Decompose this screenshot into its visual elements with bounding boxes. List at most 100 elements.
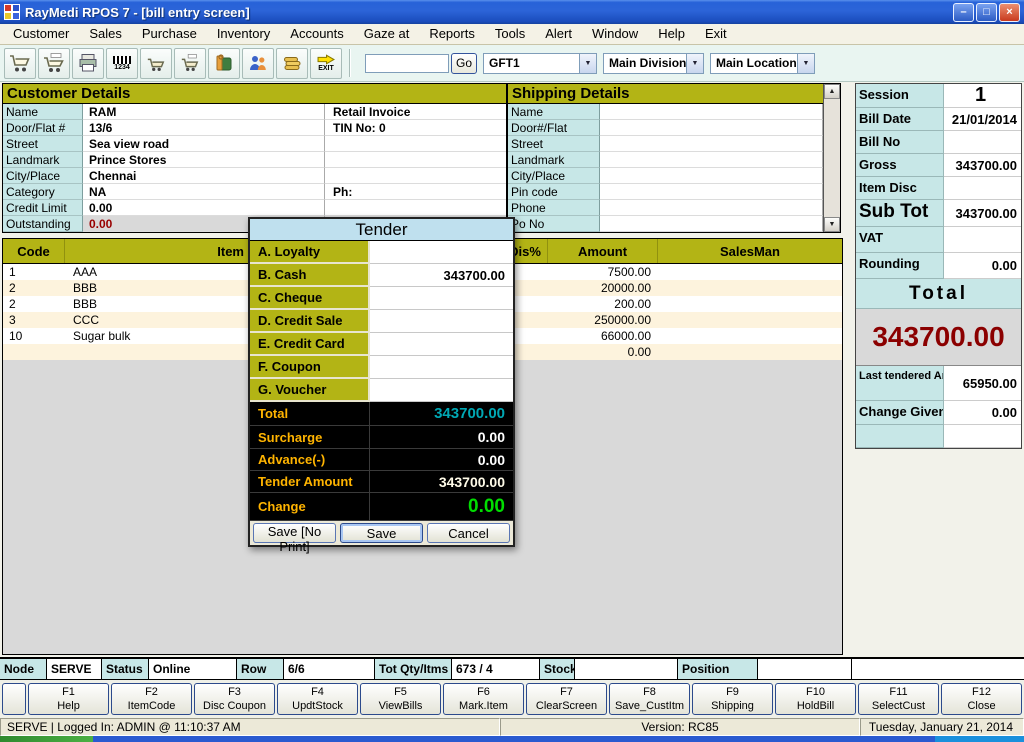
tender-mode-label: E. Credit Card bbox=[250, 333, 370, 356]
f7-clearscreen-button[interactable]: F7 ClearScreen bbox=[526, 683, 607, 715]
field-value[interactable] bbox=[600, 136, 823, 152]
field-value[interactable]: 0.00 bbox=[83, 200, 325, 216]
field-label: Name bbox=[508, 104, 600, 120]
surcharge-value: 0.00 bbox=[370, 426, 513, 448]
field-value[interactable]: NA bbox=[83, 184, 325, 200]
tender-mode-value[interactable] bbox=[370, 310, 513, 333]
field-value[interactable] bbox=[600, 168, 823, 184]
field-label: Name bbox=[3, 104, 83, 120]
customers-button[interactable] bbox=[242, 48, 274, 79]
tender-mode-value[interactable] bbox=[370, 241, 513, 264]
purse-button[interactable] bbox=[208, 48, 240, 79]
field-value[interactable] bbox=[600, 200, 823, 216]
start-button-sliver[interactable] bbox=[0, 736, 93, 742]
menu-reports[interactable]: Reports bbox=[419, 24, 485, 44]
bill-123-button[interactable] bbox=[38, 48, 70, 79]
cancel-button[interactable]: Cancel bbox=[427, 523, 510, 543]
field-value[interactable]: RAM bbox=[83, 104, 325, 120]
f1-help-button[interactable]: F1 Help bbox=[28, 683, 109, 715]
f3-disc-coupon-button[interactable]: F3 Disc Coupon bbox=[194, 683, 275, 715]
gross-value: 343700.00 bbox=[944, 154, 1021, 177]
scroll-up-icon[interactable]: ▲ bbox=[824, 84, 840, 99]
basket-123-button[interactable] bbox=[174, 48, 206, 79]
f11-selectcust-button[interactable]: F11 SelectCust bbox=[858, 683, 939, 715]
field-value[interactable] bbox=[600, 104, 823, 120]
minimize-button[interactable]: – bbox=[953, 3, 974, 22]
menu-tools[interactable]: Tools bbox=[485, 24, 535, 44]
menu-customer[interactable]: Customer bbox=[3, 24, 79, 44]
menu-inventory[interactable]: Inventory bbox=[207, 24, 280, 44]
tender-mode-label: C. Cheque bbox=[250, 287, 370, 310]
f5-viewbills-button[interactable]: F5 ViewBills bbox=[360, 683, 441, 715]
field-value[interactable]: Prince Stores bbox=[83, 152, 325, 168]
go-button[interactable]: Go bbox=[451, 53, 477, 74]
scroll-down-icon[interactable]: ▼ bbox=[824, 217, 840, 232]
f9-shipping-button[interactable]: F9 Shipping bbox=[692, 683, 773, 715]
save-no-print-button[interactable]: Save [No Print] bbox=[253, 523, 336, 543]
barcode-label: 1234 bbox=[114, 64, 130, 71]
quick-search-input[interactable] bbox=[365, 54, 449, 73]
gross-label: Gross bbox=[856, 154, 944, 177]
menu-alert[interactable]: Alert bbox=[535, 24, 582, 44]
field-value[interactable]: Chennai bbox=[83, 168, 325, 184]
chevron-down-icon[interactable]: ▼ bbox=[686, 54, 703, 73]
store-combo[interactable]: GFT1 ▼ bbox=[483, 53, 597, 74]
location-combo[interactable]: Main Location ▼ bbox=[710, 53, 815, 74]
menu-exit[interactable]: Exit bbox=[695, 24, 737, 44]
field-value[interactable] bbox=[600, 120, 823, 136]
fkey-label: Shipping bbox=[711, 699, 754, 713]
menu-accounts[interactable]: Accounts bbox=[280, 24, 353, 44]
restore-button[interactable]: □ bbox=[976, 3, 997, 22]
save-button[interactable]: Save bbox=[340, 523, 423, 543]
chevron-down-icon[interactable]: ▼ bbox=[797, 54, 814, 73]
division-combo[interactable]: Main Division ▼ bbox=[603, 53, 704, 74]
f10-holdbill-button[interactable]: F10 HoldBill bbox=[775, 683, 856, 715]
field-value[interactable] bbox=[600, 152, 823, 168]
f12-close-button[interactable]: F12 Close bbox=[941, 683, 1022, 715]
f6-mark-item-button[interactable]: F6 Mark.Item bbox=[443, 683, 524, 715]
work-area: Customer Details Name RAM Retail Invoice… bbox=[0, 82, 1024, 657]
tender-mode-value[interactable] bbox=[370, 287, 513, 310]
menu-window[interactable]: Window bbox=[582, 24, 648, 44]
shipping-scrollbar[interactable]: ▲ ▼ bbox=[823, 84, 840, 232]
tender-mode-row: D. Credit Sale bbox=[250, 310, 513, 333]
item-name: BBB bbox=[65, 296, 253, 312]
f8-save-custitm-button[interactable]: F8 Save_CustItm bbox=[609, 683, 690, 715]
bill-date-value: 21/01/2014 bbox=[944, 108, 1021, 131]
cash-button[interactable] bbox=[276, 48, 308, 79]
f2-itemcode-button[interactable]: F2 ItemCode bbox=[111, 683, 192, 715]
field-value[interactable] bbox=[600, 216, 823, 232]
tender-amount-label: Tender Amount bbox=[250, 471, 370, 492]
fkey-key: F1 bbox=[62, 685, 75, 699]
item-name: CCC bbox=[65, 312, 253, 328]
menu-sales[interactable]: Sales bbox=[79, 24, 132, 44]
field-label: Credit Limit bbox=[3, 200, 83, 216]
menu-bar: Customer Sales Purchase Inventory Accoun… bbox=[0, 24, 1024, 45]
new-bill-button[interactable] bbox=[4, 48, 36, 79]
menu-help[interactable]: Help bbox=[648, 24, 695, 44]
print-button[interactable] bbox=[72, 48, 104, 79]
field-value[interactable]: 13/6 bbox=[83, 120, 325, 136]
blank-function-button[interactable] bbox=[2, 683, 26, 715]
menu-purchase[interactable]: Purchase bbox=[132, 24, 207, 44]
f4-updtstock-button[interactable]: F4 UpdtStock bbox=[277, 683, 358, 715]
window-title: RayMedi RPOS 7 - [bill entry screen] bbox=[25, 5, 250, 20]
field-value[interactable] bbox=[600, 184, 823, 200]
exit-arrow-icon bbox=[317, 54, 335, 65]
tender-mode-value[interactable] bbox=[370, 379, 513, 402]
tender-mode-value[interactable] bbox=[370, 333, 513, 356]
fkey-label: UpdtStock bbox=[292, 699, 343, 713]
exit-button[interactable]: EXIT bbox=[310, 48, 342, 79]
field-value[interactable]: Sea view road bbox=[83, 136, 325, 152]
fkey-label: Disc Coupon bbox=[203, 699, 266, 713]
menu-gaze-at[interactable]: Gaze at bbox=[354, 24, 420, 44]
basket-button[interactable] bbox=[140, 48, 172, 79]
customer-row-credit-limit: Credit Limit 0.00 bbox=[3, 200, 506, 216]
barcode-button[interactable]: 1234 bbox=[106, 48, 138, 79]
tender-mode-value[interactable] bbox=[370, 356, 513, 379]
item-disc-value bbox=[944, 177, 1021, 200]
tender-mode-value[interactable]: 343700.00 bbox=[370, 264, 513, 287]
close-button[interactable]: × bbox=[999, 3, 1020, 22]
chevron-down-icon[interactable]: ▼ bbox=[579, 54, 596, 73]
current-date: Tuesday, January 21, 2014 bbox=[860, 718, 1024, 736]
